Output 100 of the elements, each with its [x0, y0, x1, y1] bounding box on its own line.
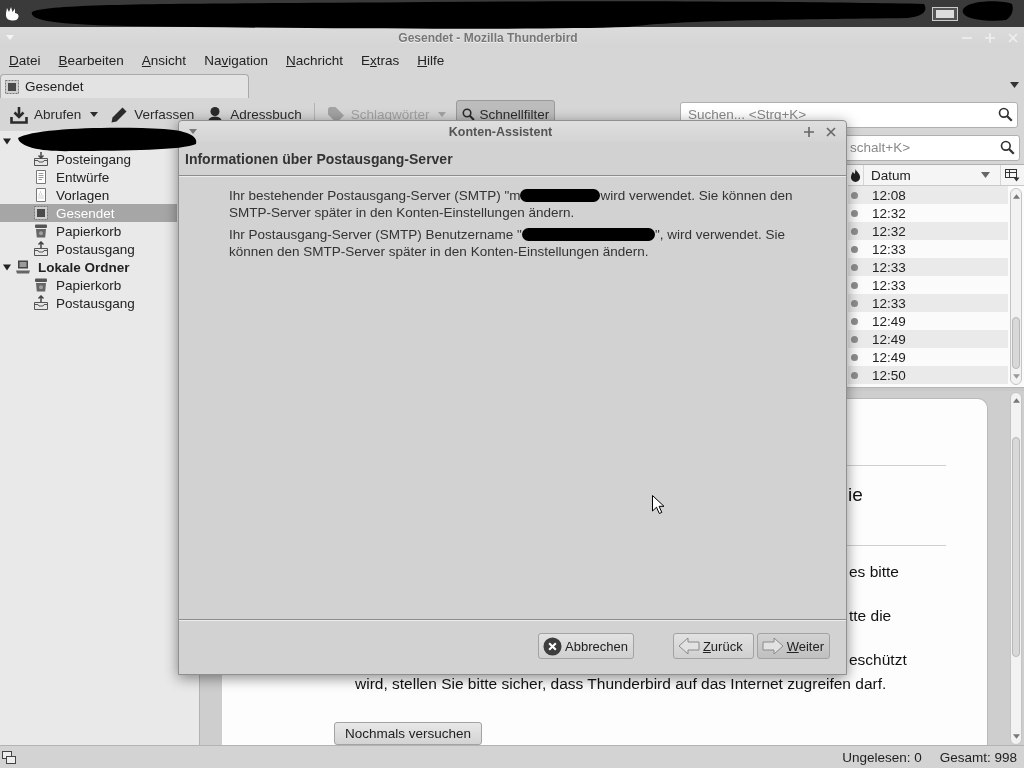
status-dot-icon[interactable]: [851, 191, 858, 199]
message-date: 12:32: [872, 205, 906, 221]
window-title: Gesendet - Mozilla Thunderbird: [397, 30, 579, 45]
message-row[interactable]: 12:33: [848, 294, 1008, 312]
right-arrow-icon: [761, 637, 784, 655]
message-date: 12:50: [872, 367, 906, 383]
status-dot-icon[interactable]: [851, 299, 858, 307]
message-row[interactable]: 12:49: [848, 312, 1008, 330]
expand-triangle-icon[interactable]: [3, 137, 11, 145]
scrollbar[interactable]: [1010, 188, 1022, 385]
message-text: tte die: [849, 607, 892, 624]
search-icon: [462, 108, 476, 121]
status-dot-icon[interactable]: [851, 209, 858, 217]
folder-row[interactable]: Papierkorb: [0, 222, 177, 240]
status-dot-icon[interactable]: [851, 371, 858, 379]
scrollbar-thumb[interactable]: [1012, 437, 1020, 657]
menu-item[interactable]: Hilfe: [417, 52, 445, 68]
toolbar-button[interactable]: Verfassen: [104, 99, 201, 130]
status-dot-icon[interactable]: [851, 353, 858, 361]
message-row[interactable]: 12:33: [848, 240, 1008, 258]
dialog-text: wird verwendet. Sie können den: [600, 188, 793, 203]
search-icon[interactable]: [998, 107, 1013, 122]
status-dot-icon[interactable]: [851, 317, 858, 325]
folder-row[interactable]: Entwürfe: [0, 168, 177, 186]
dialog-heading: Informationen über Postausgang-Server: [185, 150, 453, 167]
message-date: 12:33: [872, 295, 906, 311]
column-picker-icon[interactable]: [1005, 168, 1020, 182]
search-icon[interactable]: [1000, 140, 1015, 155]
column-header[interactable]: Datum: [864, 165, 1000, 185]
message-text: wird, stellen Sie bitte sicher, dass Thunderbird auf das Internet zugreifen darf.: [355, 675, 887, 692]
message-row[interactable]: 12:32: [848, 222, 1008, 240]
inbox-tray-icon: [33, 151, 49, 167]
outbox-tray-icon: [33, 295, 49, 311]
page-icon: [33, 169, 49, 185]
caret-icon[interactable]: [90, 112, 99, 117]
retry-button[interactable]: Nochmals versuchen: [334, 722, 483, 745]
plus-icon[interactable]: [804, 126, 814, 137]
flame-icon[interactable]: [850, 168, 861, 182]
scrollbar[interactable]: [1010, 392, 1022, 745]
dotted-page-icon: [33, 187, 49, 203]
status-dot-icon[interactable]: [851, 227, 858, 235]
message-row[interactable]: 12:49: [848, 348, 1008, 366]
message-date: 12:49: [872, 349, 906, 365]
status-text: Gesamt: 998: [939, 749, 1017, 765]
dialog-text: können den SMTP-Server später in den Konten-Einstellungen ändern.: [229, 244, 649, 259]
tab[interactable]: Gesendet: [0, 74, 249, 98]
close-circle-icon: [543, 636, 562, 656]
status-dot-icon[interactable]: [851, 263, 858, 271]
scroll-up-icon[interactable]: [1012, 398, 1020, 403]
caret-icon[interactable]: [1010, 82, 1019, 88]
menu-item[interactable]: Navigation: [204, 52, 268, 68]
expand-triangle-icon[interactable]: [3, 263, 11, 271]
message-text: es bitte: [849, 563, 899, 580]
dialog-text: ", wird verwendet. Sie: [654, 227, 786, 242]
menu-item[interactable]: Ansicht: [141, 52, 187, 68]
message-row[interactable]: 12:32: [848, 204, 1008, 222]
left-arrow-icon: [677, 637, 700, 655]
status-dot-icon[interactable]: [851, 335, 858, 343]
scroll-down-icon[interactable]: [1012, 374, 1020, 379]
trash-bin-icon: [33, 277, 49, 293]
message-row[interactable]: 12:33: [848, 276, 1008, 294]
message-date: 12:33: [872, 277, 906, 293]
message-date: 12:33: [872, 259, 906, 275]
logo-icon[interactable]: [4, 5, 20, 22]
message-text: eschützt: [849, 651, 907, 668]
dialog-text: SMTP-Server später in den Konten-Einstellungen ändern.: [229, 205, 575, 220]
status-dot-icon[interactable]: [851, 281, 858, 289]
computer-icon: [15, 259, 31, 275]
folder-row[interactable]: Papierkorb: [0, 276, 177, 294]
status-dot-icon[interactable]: [851, 245, 858, 253]
folder-row[interactable]: Posteingang: [0, 150, 177, 168]
menu-item[interactable]: Nachricht: [285, 52, 343, 68]
menu-item[interactable]: Bearbeiten: [58, 52, 124, 68]
next-button[interactable]: Weiter: [756, 633, 830, 659]
cancel-button[interactable]: Abbrechen: [538, 633, 634, 659]
menu-item[interactable]: Datei: [9, 52, 41, 68]
folder-row[interactable]: Vorlagen: [0, 186, 177, 204]
outbox-tray-icon: [33, 241, 49, 257]
message-row[interactable]: 12:49: [848, 330, 1008, 348]
message-row[interactable]: 12:50: [848, 366, 1008, 384]
message-date: 12:33: [872, 241, 906, 257]
scroll-up-icon[interactable]: [1012, 194, 1020, 199]
folder-row[interactable]: Postausgang: [0, 294, 177, 312]
redaction-scribble: [962, 0, 1014, 22]
scrollbar-thumb[interactable]: [1012, 317, 1020, 369]
scroll-down-icon[interactable]: [1012, 734, 1020, 739]
toolbar-button[interactable]: Abrufen: [4, 99, 105, 130]
message-date: 12:49: [872, 313, 906, 329]
message-row[interactable]: 12:08: [848, 186, 1008, 204]
stamp-icon: [33, 205, 49, 221]
window-icon[interactable]: [932, 6, 958, 21]
screens-icon[interactable]: [2, 750, 16, 764]
close-icon[interactable]: [826, 126, 836, 137]
folder-row[interactable]: Lokale Ordner: [0, 258, 177, 276]
folder-row[interactable]: Postausgang: [0, 240, 177, 258]
menu-item[interactable]: Extras: [361, 52, 400, 68]
message-heading: ie: [848, 484, 863, 505]
message-row[interactable]: 12:33: [848, 258, 1008, 276]
dialog-text: Ihr Postausgang-Server (SMTP) Benutzername ": [229, 227, 522, 242]
back-button[interactable]: Zurück: [672, 633, 754, 659]
